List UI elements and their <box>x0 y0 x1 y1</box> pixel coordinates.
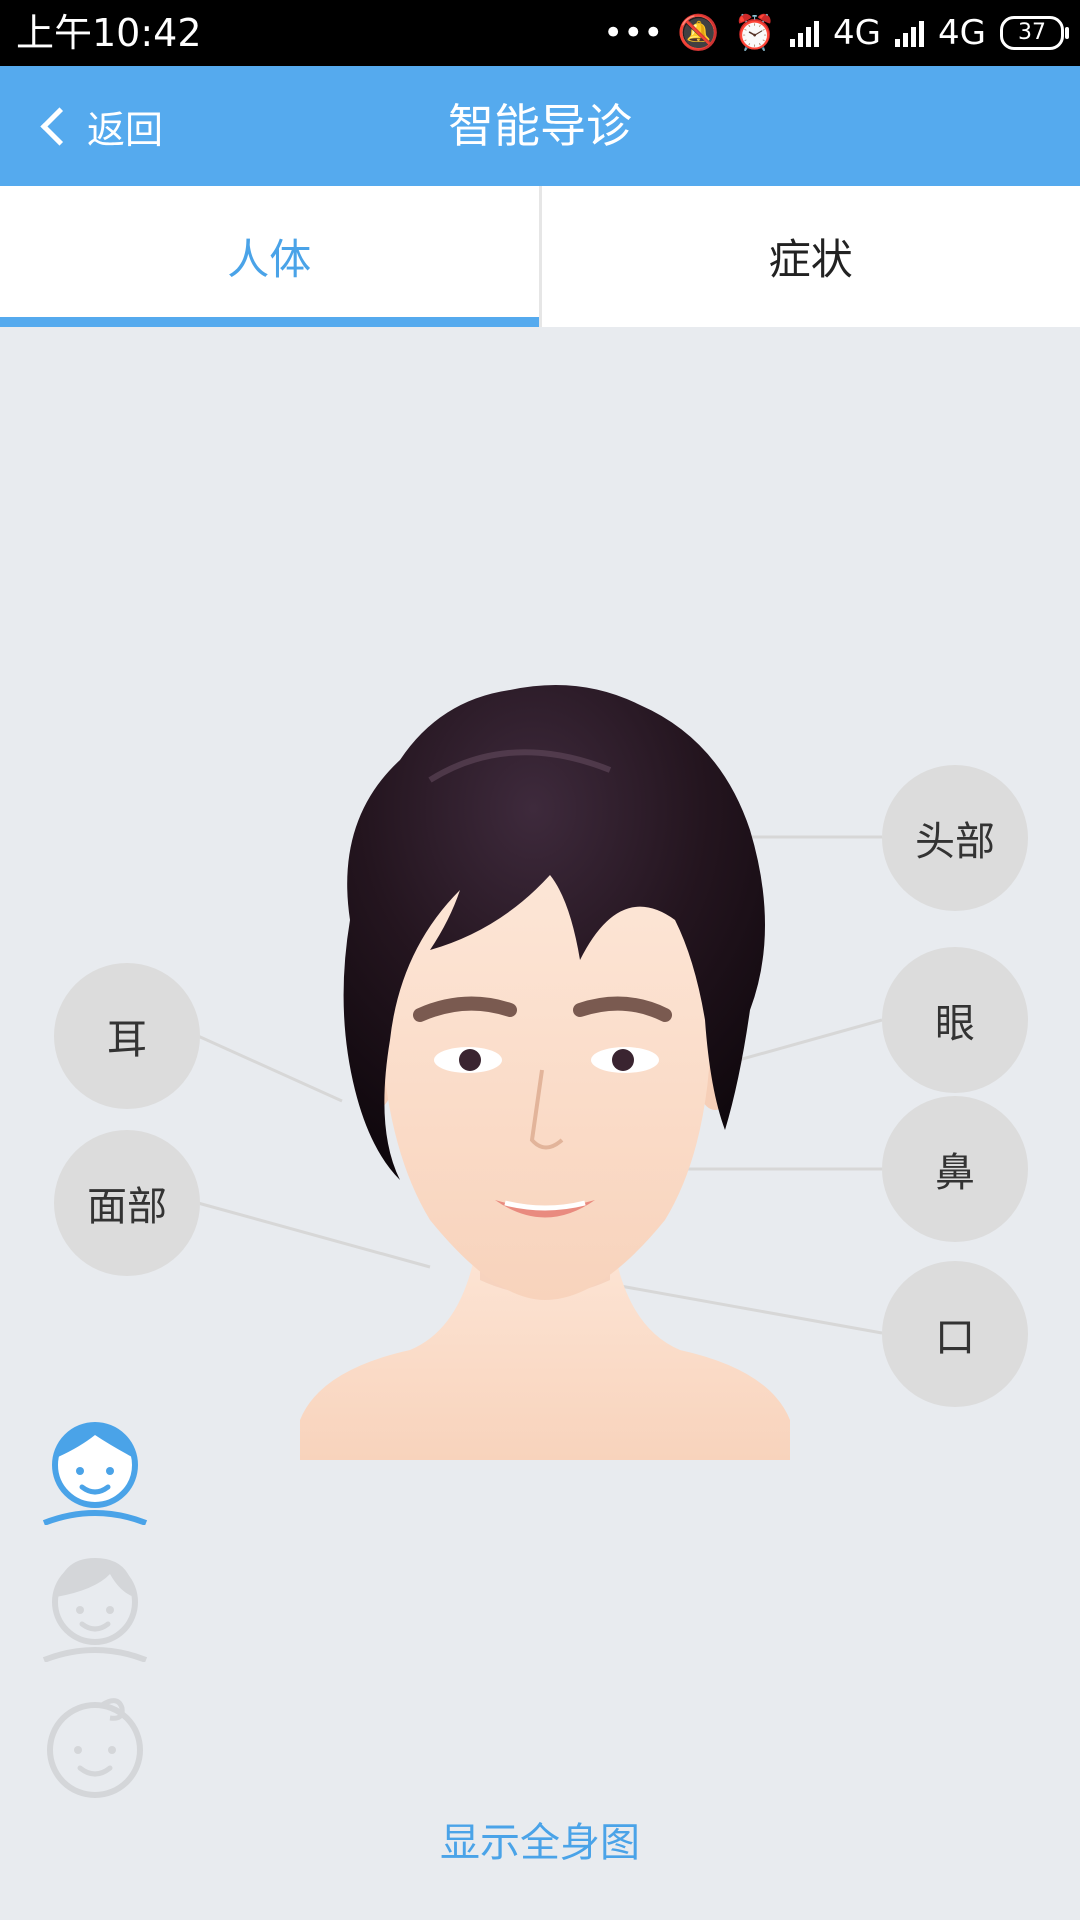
signal-icon <box>790 19 820 47</box>
child-icon[interactable] <box>40 1690 150 1800</box>
more-notifications-icon: ••• <box>603 13 664 53</box>
status-bar: 上午10:42 ••• 🔕 ⏰ 4G 4G 37 <box>0 0 1080 66</box>
mouth-button[interactable]: 口 <box>882 1261 1028 1407</box>
head-illustration <box>300 685 790 1460</box>
page-title: 智能导诊 <box>448 99 632 153</box>
alarm-icon: ⏰ <box>733 13 777 53</box>
tab-bar: 人体 症状 <box>0 186 1080 327</box>
eye-button[interactable]: 眼 <box>882 947 1028 1093</box>
status-icons: ••• 🔕 ⏰ 4G 4G 37 <box>603 10 1069 56</box>
battery-icon: 37 <box>1000 16 1069 50</box>
face-button[interactable]: 面部 <box>54 1130 200 1276</box>
network-type-1: 4G <box>833 13 882 53</box>
status-time: 上午10:42 <box>16 11 202 55</box>
network-type-2: 4G <box>938 13 986 53</box>
nose-button[interactable]: 鼻 <box>882 1096 1028 1242</box>
ear-button[interactable]: 耳 <box>54 963 200 1109</box>
app-header: 返回 智能导诊 <box>0 66 1080 186</box>
tab-body[interactable]: 人体 <box>0 186 539 327</box>
signal-icon-2 <box>895 19 925 47</box>
show-full-body-link[interactable]: 显示全身图 <box>0 1810 1080 1868</box>
silent-mode-icon: 🔕 <box>677 13 720 53</box>
female-adult-icon[interactable] <box>40 1552 150 1662</box>
head-button[interactable]: 头部 <box>882 765 1028 911</box>
tab-symptoms[interactable]: 症状 <box>542 186 1080 327</box>
male-adult-icon[interactable] <box>40 1415 150 1525</box>
